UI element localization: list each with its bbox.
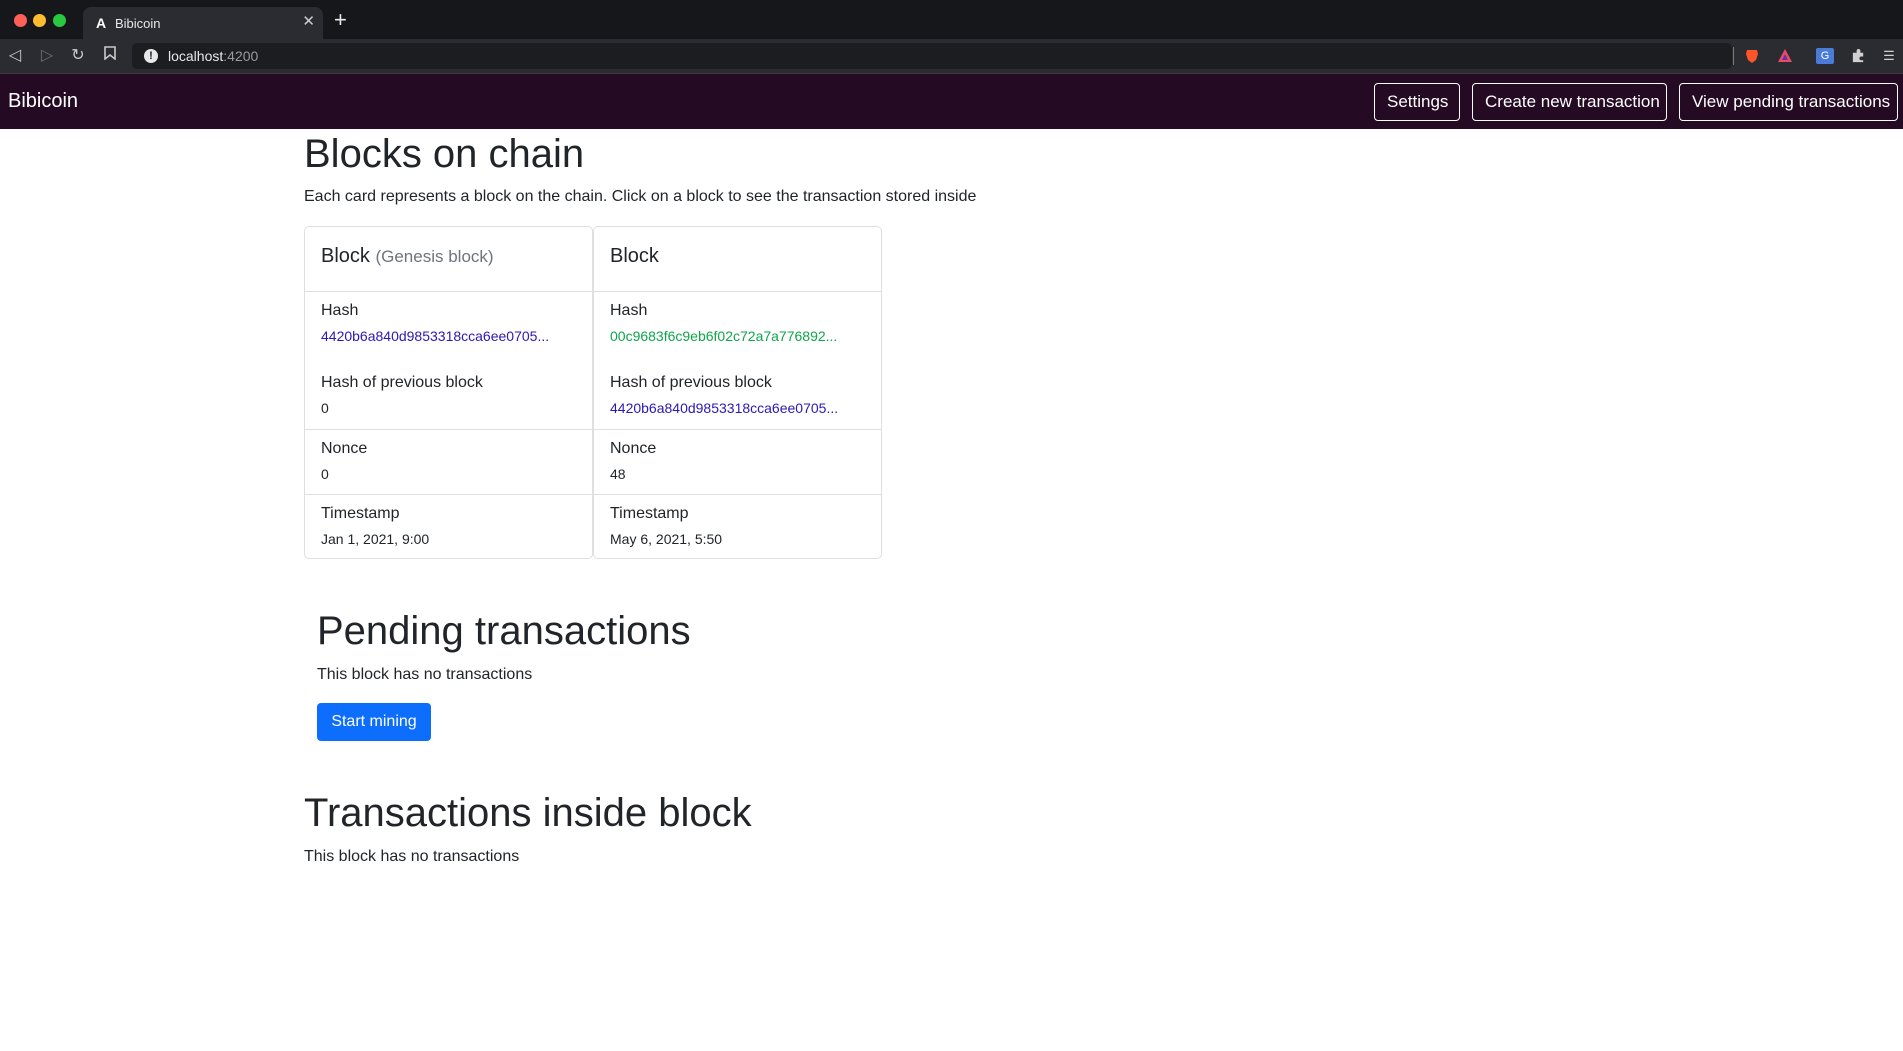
back-arrow-icon[interactable]: ◁ <box>4 45 26 67</box>
new-tab-icon[interactable]: + <box>334 9 347 31</box>
menu-icon[interactable]: ☰ <box>1880 48 1898 64</box>
block-title-text: Block <box>610 245 659 267</box>
block-hash-section: Hash 00c9683f6c9eb6f02c72a7a776892... Ha… <box>594 292 881 430</box>
block-timestamp-section: Timestamp May 6, 2021, 5:50 <box>594 495 881 558</box>
browser-toolbar: ◁ ▷ ↻ ! localhost:4200 G ☰ <box>0 39 1903 73</box>
translate-icon[interactable]: G <box>1816 48 1834 64</box>
browser-tab[interactable]: A Bibicoin ✕ <box>83 7 323 39</box>
prev-hash-label: Hash of previous block <box>610 374 772 391</box>
timestamp-label: Timestamp <box>610 505 689 522</box>
blocks-description: Each card represents a block on the chai… <box>304 188 977 205</box>
hash-label: Hash <box>610 302 648 319</box>
site-info-icon[interactable]: ! <box>144 49 158 63</box>
bookmark-icon[interactable] <box>99 45 121 67</box>
inside-empty-text: This block has no transactions <box>304 848 520 865</box>
browser-tab-bar: A Bibicoin ✕ + <box>0 0 1903 39</box>
extensions-puzzle-icon[interactable] <box>1849 48 1867 64</box>
prev-hash-value: 4420b6a840d9853318cca6ee0705... <box>610 400 839 416</box>
block-card-header: Block (Genesis block) <box>305 227 592 292</box>
block-timestamp-section: Timestamp Jan 1, 2021, 9:00 <box>305 495 592 558</box>
pending-empty-text: This block has no transactions <box>317 666 533 683</box>
blocks-heading: Blocks on chain <box>304 132 585 176</box>
view-pending-transactions-button[interactable]: View pending transactions <box>1679 83 1898 121</box>
block-title-text: Block <box>321 245 370 267</box>
brave-rewards-icon[interactable] <box>1776 48 1794 64</box>
reload-icon[interactable]: ↻ <box>67 45 89 67</box>
brave-shield-icon[interactable] <box>1743 48 1761 64</box>
hash-label: Hash <box>321 302 359 319</box>
create-transaction-button[interactable]: Create new transaction <box>1472 83 1667 121</box>
timestamp-value: Jan 1, 2021, 9:00 <box>321 531 430 547</box>
forward-arrow-icon[interactable]: ▷ <box>36 45 58 67</box>
transactions-inside-block-heading: Transactions inside block <box>304 791 752 835</box>
nonce-label: Nonce <box>610 440 657 457</box>
nonce-value: 48 <box>610 466 626 482</box>
block-title: Block <box>610 245 659 268</box>
block-card-header: Block <box>594 227 881 292</box>
prev-hash-label: Hash of previous block <box>321 374 483 391</box>
block-nonce-section: Nonce 0 <box>305 430 592 495</box>
close-tab-icon[interactable]: ✕ <box>302 14 315 30</box>
url-host: localhost <box>168 48 224 64</box>
hash-value: 00c9683f6c9eb6f02c72a7a776892... <box>610 328 838 344</box>
prev-hash-value: 0 <box>321 400 329 416</box>
pending-transactions-heading: Pending transactions <box>317 609 691 653</box>
timestamp-value: May 6, 2021, 5:50 <box>610 531 723 547</box>
settings-button[interactable]: Settings <box>1374 83 1460 121</box>
tab-title: Bibicoin <box>115 16 161 31</box>
app-navbar: Bibicoin Settings Create new transaction… <box>0 74 1903 129</box>
brand-logo[interactable]: Bibicoin <box>8 90 78 113</box>
close-window-button[interactable] <box>14 14 27 27</box>
timestamp-label: Timestamp <box>321 505 400 522</box>
block-subtitle: (Genesis block) <box>375 247 494 266</box>
block-card[interactable]: Block Hash 00c9683f6c9eb6f02c72a7a776892… <box>593 226 882 559</box>
address-bar[interactable]: ! localhost:4200 <box>132 43 1732 69</box>
minimize-window-button[interactable] <box>33 14 46 27</box>
block-title: Block (Genesis block) <box>321 245 494 268</box>
url-text: localhost:4200 <box>168 48 258 64</box>
nonce-label: Nonce <box>321 440 368 457</box>
angular-favicon-icon: A <box>95 15 107 31</box>
block-card-genesis[interactable]: Block (Genesis block) Hash 4420b6a840d98… <box>304 226 593 559</box>
maximize-window-button[interactable] <box>53 14 66 27</box>
start-mining-button[interactable]: Start mining <box>317 703 431 741</box>
nonce-value: 0 <box>321 466 329 482</box>
hash-value: 4420b6a840d9853318cca6ee0705... <box>321 328 550 344</box>
block-hash-section: Hash 4420b6a840d9853318cca6ee0705... Has… <box>305 292 592 430</box>
toolbar-divider <box>1733 47 1734 65</box>
block-nonce-section: Nonce 48 <box>594 430 881 495</box>
url-port: :4200 <box>223 48 259 64</box>
